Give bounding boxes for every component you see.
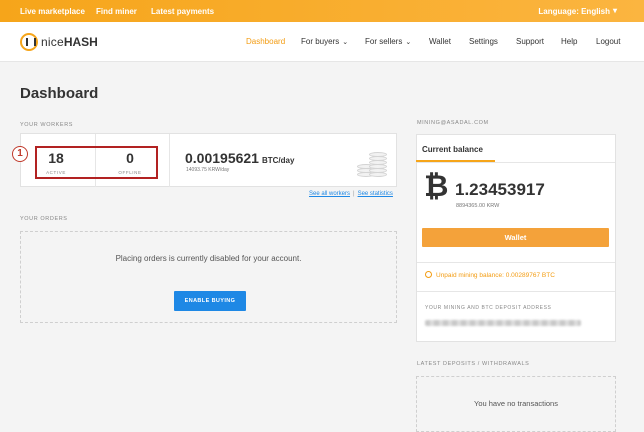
orders-section-label: YOUR ORDERS	[20, 216, 68, 222]
nav-for-sellers-label: For sellers	[365, 37, 403, 46]
btc-per-day-unit: BTC/day	[261, 156, 295, 165]
unpaid-balance[interactable]: Unpaid mining balance: 0.00289767 BTC	[425, 271, 555, 279]
krw-per-day: 14093.75 KRW/day	[186, 167, 230, 173]
annotation-number-badge: 1	[12, 146, 28, 162]
latest-payments-link[interactable]: Latest payments	[151, 7, 214, 16]
chevron-down-icon: ⌄	[405, 39, 412, 46]
nav-for-buyers[interactable]: For buyers ⌄	[301, 37, 348, 46]
balance-krw: 8894365.00 KRW	[456, 203, 500, 209]
workers-links: See all workers | See statistics	[309, 191, 393, 197]
divider	[417, 162, 615, 163]
nav-wallet[interactable]: Wallet	[429, 37, 451, 46]
link-separator: |	[353, 191, 355, 197]
nav-logout[interactable]: Logout	[596, 37, 620, 46]
deposit-address-label: YOUR MINING AND BTC DEPOSIT ADDRESS	[425, 305, 552, 311]
nav-for-buyers-label: For buyers	[301, 37, 340, 46]
main-nav: nice HASH Dashboard For buyers ⌄ For selle…	[0, 22, 644, 62]
logo-icon	[20, 33, 38, 51]
nav-settings[interactable]: Settings	[469, 37, 498, 46]
logo-text-hash: HASH	[63, 35, 98, 49]
divider	[417, 262, 615, 263]
chevron-down-icon: ▾	[612, 6, 617, 15]
tab-current-balance[interactable]: Current balance	[416, 135, 495, 162]
enable-buying-button[interactable]: ENABLE BUYING	[174, 291, 246, 311]
annotation-highlight-box	[35, 146, 158, 179]
chevron-down-icon: ⌄	[342, 39, 349, 46]
nicehash-logo[interactable]: nice HASH	[20, 32, 98, 52]
nav-support[interactable]: Support	[516, 37, 544, 46]
btc-per-day-value: 0.00195621	[185, 150, 259, 166]
logo-text-nice: nice	[41, 35, 64, 49]
clock-icon	[425, 271, 432, 278]
tab-current-balance-label: Current balance	[422, 145, 483, 154]
divider	[169, 134, 170, 187]
language-label: Language: English	[538, 7, 610, 16]
deposit-address-blurred	[425, 320, 581, 326]
find-miner-link[interactable]: Find miner	[96, 7, 137, 16]
orders-disabled-message: Placing orders is currently disabled for…	[115, 254, 302, 263]
balance-btc: 1.23453917	[455, 180, 545, 199]
live-marketplace-link[interactable]: Live marketplace	[20, 7, 85, 16]
wallet-button[interactable]: Wallet	[422, 228, 609, 247]
btc-per-day: 0.00195621 BTC/day	[185, 150, 294, 166]
language-selector[interactable]: Language: English ▾	[538, 6, 617, 16]
bitcoin-icon: ₿	[424, 170, 449, 203]
divider	[417, 291, 615, 292]
account-email: MINING@ASADAL.COM	[417, 120, 489, 126]
nav-for-sellers[interactable]: For sellers ⌄	[365, 37, 411, 46]
nav-help[interactable]: Help	[561, 37, 577, 46]
deposits-section-label: LATEST DEPOSITS / WITHDRAWALS	[417, 361, 530, 367]
unpaid-balance-text: Unpaid mining balance: 0.00289767 BTC	[436, 272, 555, 279]
nav-dashboard[interactable]: Dashboard	[246, 37, 285, 46]
page-title: Dashboard	[20, 85, 99, 102]
top-bar: Live marketplace Find miner Latest payme…	[0, 0, 644, 22]
no-transactions-message: You have no transactions	[474, 399, 558, 408]
workers-section-label: YOUR WORKERS	[20, 122, 74, 128]
see-statistics-link[interactable]: See statistics	[358, 191, 393, 197]
see-all-workers-link[interactable]: See all workers	[309, 191, 350, 197]
